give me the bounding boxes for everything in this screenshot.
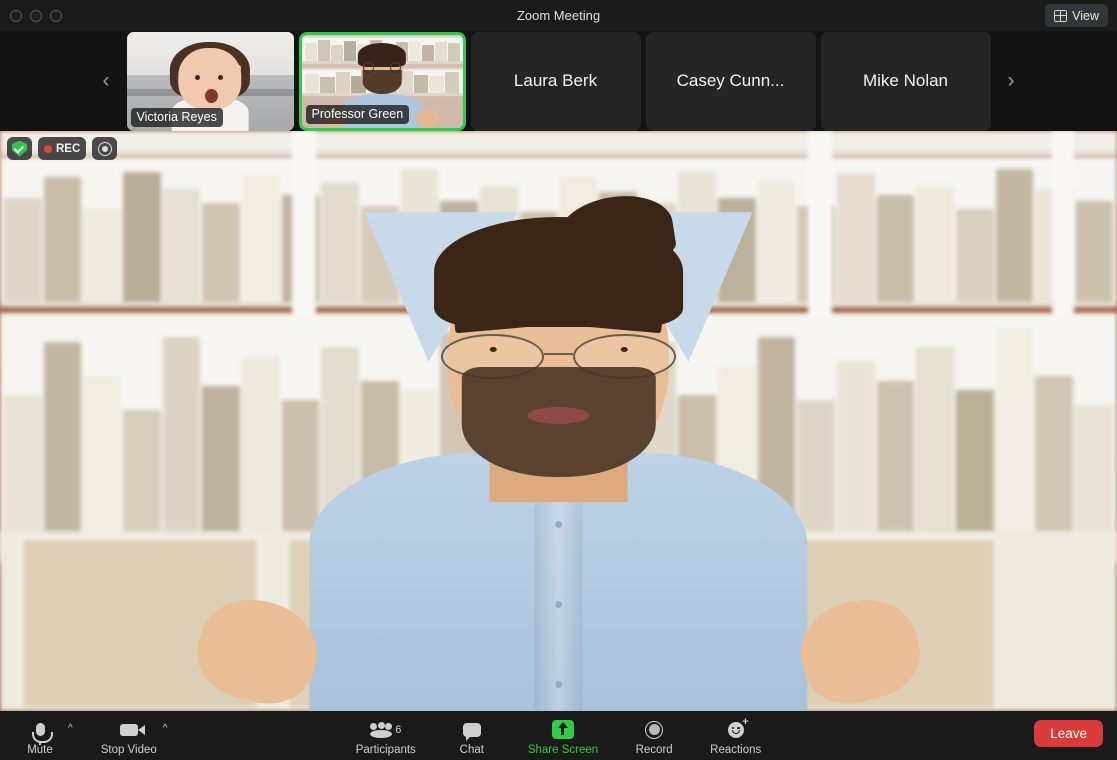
- audio-options-chevron-icon[interactable]: ^: [68, 715, 73, 740]
- thumbnail-name-label: Casey Cunn...: [676, 71, 785, 90]
- participant-filmstrip: ‹ Victoria Reyes Professor Green Laura B…: [0, 31, 1117, 131]
- microphone-icon: [31, 719, 53, 745]
- window-controls[interactable]: [0, 9, 62, 22]
- record-circle-icon: [97, 141, 112, 156]
- camera-icon: [119, 719, 145, 741]
- meeting-toolbar: Mute ^ Stop Video ^ 6 Participants Chat: [0, 711, 1117, 760]
- record-circle-icon: [645, 719, 664, 741]
- chat-bubble-icon: [462, 719, 481, 741]
- participants-button-label: Participants: [355, 743, 416, 756]
- thumbnail-name-label: Laura Berk: [513, 71, 598, 90]
- thumbnail-victoria-reyes[interactable]: Victoria Reyes: [126, 31, 294, 131]
- record-button[interactable]: Record: [632, 716, 676, 756]
- filmstrip-prev-button[interactable]: ‹: [90, 31, 122, 131]
- share-screen-button-label: Share Screen: [527, 743, 599, 756]
- recording-badge-label: REC: [56, 142, 81, 155]
- video-feed: [0, 131, 1117, 711]
- stop-video-button-label: Stop Video: [100, 743, 157, 756]
- thumbnail-casey-cunningham[interactable]: Casey Cunn...: [645, 31, 816, 131]
- grid-icon: [1054, 9, 1068, 22]
- window-title: Zoom Meeting: [516, 8, 601, 23]
- speaker-figure: [188, 212, 929, 711]
- close-window-button[interactable]: [10, 9, 22, 22]
- smiley-plus-icon: +: [727, 716, 749, 741]
- shield-check-icon: [12, 140, 27, 157]
- mute-button[interactable]: Mute: [18, 716, 62, 756]
- thumbnail-laura-berk[interactable]: Laura Berk: [470, 31, 641, 131]
- leave-button[interactable]: Leave: [1034, 720, 1103, 747]
- mute-button-label: Mute: [27, 743, 53, 756]
- video-options-chevron-icon[interactable]: ^: [163, 715, 168, 740]
- thumbnail-name-label: Mike Nolan: [862, 71, 949, 90]
- encryption-badge[interactable]: [7, 137, 32, 160]
- view-button-label: View: [1072, 8, 1099, 23]
- maximize-window-button[interactable]: [50, 9, 62, 22]
- record-button-label: Record: [635, 743, 673, 756]
- people-icon: 6: [370, 719, 401, 741]
- reactions-button-label: Reactions: [710, 743, 762, 756]
- thumbnail-name-label: Professor Green: [305, 104, 410, 124]
- chat-button[interactable]: Chat: [450, 716, 494, 756]
- zoom-meeting-window: Zoom Meeting View ‹ Victoria Reyes Profe…: [0, 0, 1117, 760]
- reactions-button[interactable]: + Reactions: [710, 716, 761, 756]
- recording-control-badge[interactable]: [92, 137, 118, 160]
- toolbar-left-group: Mute ^ Stop Video ^: [0, 716, 167, 756]
- stop-video-button[interactable]: Stop Video: [101, 716, 157, 756]
- share-screen-icon: [551, 719, 574, 741]
- title-bar: Zoom Meeting View: [0, 0, 1117, 31]
- chat-button-label: Chat: [459, 743, 484, 756]
- share-screen-button[interactable]: Share Screen: [528, 716, 598, 756]
- participants-count: 6: [395, 723, 402, 736]
- recording-badge[interactable]: REC: [38, 137, 87, 160]
- thumbnail-mike-nolan[interactable]: Mike Nolan: [820, 31, 991, 131]
- main-speaker-video: REC: [0, 131, 1117, 711]
- participants-button[interactable]: 6 Participants: [356, 716, 416, 756]
- view-button[interactable]: View: [1045, 4, 1108, 27]
- record-dot-icon: [44, 144, 52, 153]
- filmstrip-next-button[interactable]: ›: [995, 31, 1027, 131]
- thumbnail-professor-green[interactable]: Professor Green: [298, 31, 466, 131]
- toolbar-center-group: 6 Participants Chat Share Screen Record: [0, 716, 1117, 756]
- minimize-window-button[interactable]: [30, 9, 42, 22]
- status-badges: REC: [7, 137, 118, 160]
- thumbnail-name-label: Victoria Reyes: [130, 107, 223, 127]
